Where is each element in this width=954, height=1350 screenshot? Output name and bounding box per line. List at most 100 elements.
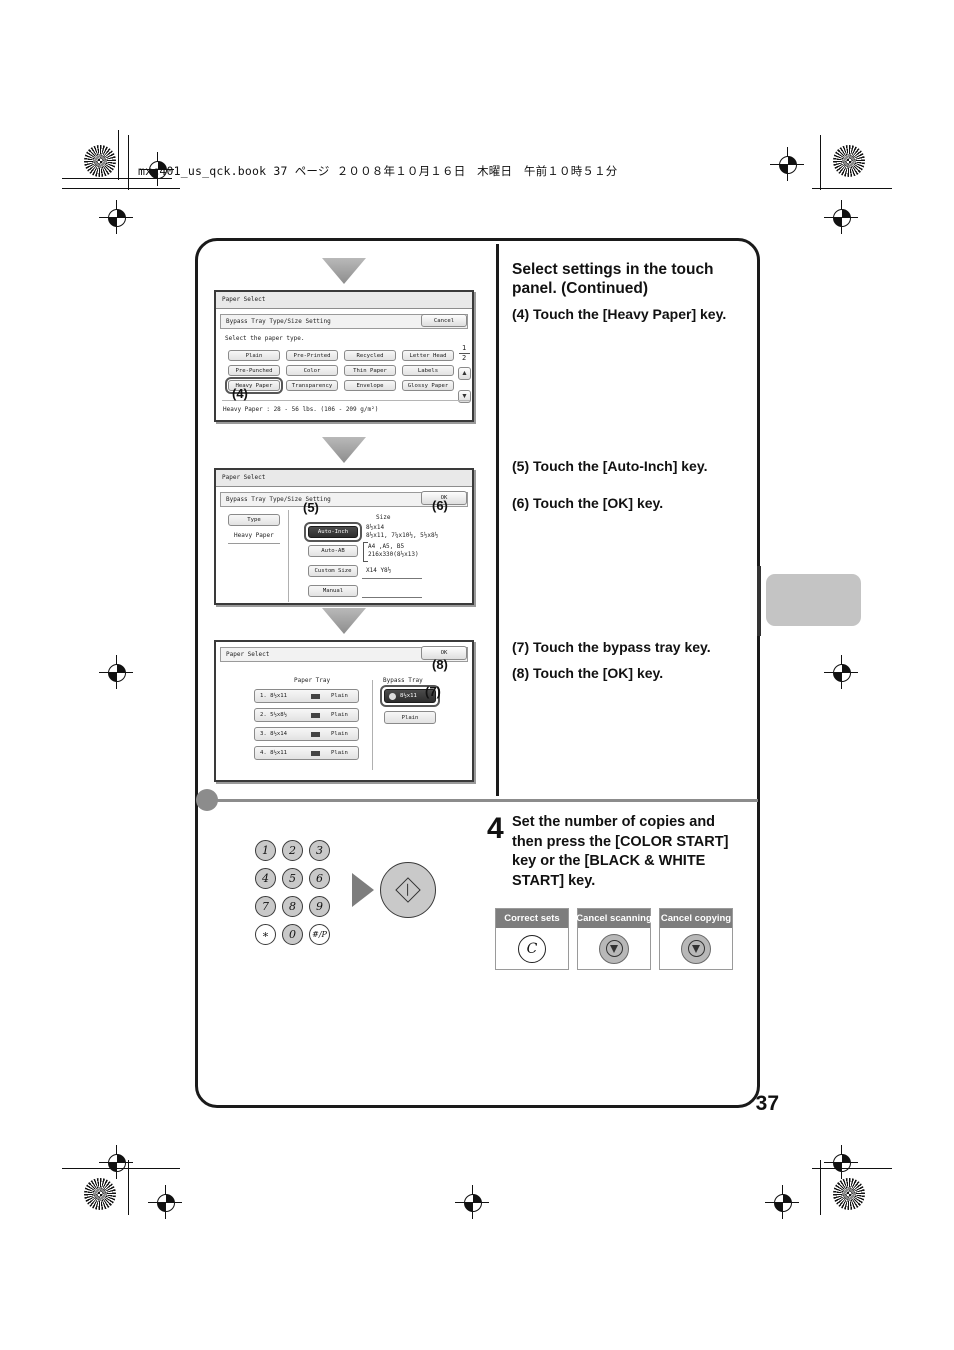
- keypad-key-9[interactable]: 9: [309, 896, 330, 917]
- panel2-type-tab[interactable]: Type: [228, 514, 280, 526]
- keypad-key-5[interactable]: 5: [282, 868, 303, 889]
- paper-type-recycled[interactable]: Recycled: [344, 350, 396, 361]
- paper-tray-header: Paper Tray: [294, 677, 331, 684]
- custom-size-rule: [362, 578, 422, 579]
- bypass-tray-type-button[interactable]: Plain: [384, 711, 436, 724]
- registration-target-left-upper: [99, 200, 133, 234]
- registration-target-bottom-center: [455, 1185, 489, 1219]
- paper-select-panel-2: Paper Select Bypass Tray Type/Size Setti…: [214, 468, 474, 605]
- section-divider: [207, 799, 758, 802]
- callout-4: (4): [232, 386, 248, 401]
- bypass-tray-header: Bypass Tray: [383, 677, 423, 684]
- keypad-key-1[interactable]: 1: [255, 840, 276, 861]
- keypad-key-7[interactable]: 7: [255, 896, 276, 917]
- tray-2-type: Plain: [331, 712, 348, 718]
- paper-type-letter-head[interactable]: Letter Head: [402, 350, 454, 361]
- panel1-subtitle: Bypass Tray Type/Size Setting: [226, 318, 331, 325]
- keypad-key-hash-p[interactable]: #/P: [309, 924, 330, 945]
- instruction-heading: Select settings in the touch panel. (Con…: [512, 261, 714, 297]
- panel1-footer-note: Heavy Paper : 28 - 56 lbs. (106 - 209 g/…: [223, 406, 379, 413]
- cancel-copying-box: Cancel copying: [659, 908, 733, 970]
- stop-icon-scanning[interactable]: [599, 933, 629, 964]
- paper-type-transparency[interactable]: Transparency: [286, 380, 338, 391]
- keypad-key-asterisk[interactable]: ∗: [255, 924, 276, 945]
- keypad-key-3[interactable]: 3: [309, 840, 330, 861]
- registration-target-bottom-left: [148, 1185, 182, 1219]
- scroll-down-icon[interactable]: ▼: [458, 390, 471, 403]
- keypad-key-0[interactable]: 0: [282, 924, 303, 945]
- crop-line-bottom-right-h: [812, 1168, 892, 1169]
- paper-type-color[interactable]: Color: [286, 365, 338, 376]
- instruction-step-7-text: (7) Touch the bypass tray key.: [512, 639, 711, 655]
- paper-select-panel-1: Paper Select Bypass Tray Type/Size Setti…: [214, 290, 474, 422]
- callout-8: (8): [432, 657, 448, 672]
- panel1-cancel-button[interactable]: Cancel: [421, 314, 467, 327]
- thumb-tab: [766, 574, 861, 626]
- thumb-tab-rule: [757, 566, 761, 636]
- start-key-button[interactable]: [380, 862, 436, 918]
- size-option-auto-ab[interactable]: Auto-AB: [308, 545, 358, 557]
- start-key-icon: [395, 877, 421, 903]
- bypass-tray-size: 8½x11: [400, 693, 417, 699]
- instruction-step-5-text: (5) Touch the [Auto-Inch] key.: [512, 458, 708, 474]
- crop-line-top-right-v: [820, 135, 821, 190]
- size-option-custom-size[interactable]: Custom Size: [308, 565, 358, 577]
- manual-rule: [362, 597, 422, 598]
- tray-row-3[interactable]: 3. 8½x14 Plain: [254, 727, 359, 741]
- paper-type-pre-printed[interactable]: Pre-Printed: [286, 350, 338, 361]
- panel2-title: Paper Select: [216, 470, 472, 487]
- tray-1-label: 1. 8½x11: [260, 693, 287, 699]
- keypad-key-8[interactable]: 8: [282, 896, 303, 917]
- paper-type-plain[interactable]: Plain: [228, 350, 280, 361]
- scroll-up-icon[interactable]: ▲: [458, 367, 471, 380]
- crop-line-bottom-left-h: [62, 1168, 180, 1169]
- registration-target-right-upper: [824, 200, 858, 234]
- panel1-footer-rule: [222, 400, 470, 401]
- tray-row-1[interactable]: 1. 8½x11 Plain: [254, 689, 359, 703]
- paper-type-pre-punched[interactable]: Pre-Punched: [228, 365, 280, 376]
- correct-sets-body: C: [496, 928, 568, 969]
- panel1-page-indicator-top: 1: [462, 344, 467, 352]
- crop-line-top-left-h: [62, 188, 180, 189]
- size-detail-custom: X14 Y8½: [366, 567, 392, 574]
- size-option-auto-inch[interactable]: Auto-Inch: [308, 526, 358, 538]
- instruction-step-6: (6) Touch the [OK] key.: [512, 494, 752, 514]
- paper-type-glossy-paper[interactable]: Glossy Paper: [402, 380, 454, 391]
- size-detail-auto-ab-1: A4 ,A5, B5: [368, 543, 405, 550]
- tray-4-type: Plain: [331, 750, 348, 756]
- registration-target-top-right: [770, 147, 804, 181]
- cancel-copying-label: Cancel copying: [660, 909, 732, 928]
- stop-icon-copying[interactable]: [681, 933, 711, 964]
- keypad-key-2[interactable]: 2: [282, 840, 303, 861]
- panel2-type-value: Heavy Paper: [234, 532, 274, 539]
- tray-4-icon: [311, 750, 320, 756]
- size-option-manual[interactable]: Manual: [308, 585, 358, 597]
- registration-rosette-bottom-right: [833, 1178, 865, 1210]
- tray-2-icon: [311, 712, 320, 718]
- keypad-key-6[interactable]: 6: [309, 868, 330, 889]
- size-detail-auto-ab-2: 216x330(8½x13): [368, 551, 419, 558]
- panel2-vrule: [288, 510, 289, 602]
- registration-rosette-top-right: [833, 145, 865, 177]
- paper-type-thin-paper[interactable]: Thin Paper: [344, 365, 396, 376]
- instruction-step-6-text: (6) Touch the [OK] key.: [512, 495, 664, 511]
- correct-sets-label: Correct sets: [496, 909, 568, 928]
- callout-5: (5): [303, 500, 319, 515]
- paper-type-labels[interactable]: Labels: [402, 365, 454, 376]
- keypad-key-4[interactable]: 4: [255, 868, 276, 889]
- registration-target-bottom-right: [765, 1185, 799, 1219]
- instruction-step-4-text: (4) Touch the [Heavy Paper] key.: [512, 306, 727, 322]
- panel1-title: Paper Select: [216, 292, 472, 309]
- tray-4-label: 4. 8½x11: [260, 750, 287, 756]
- tray-row-4[interactable]: 4. 8½x11 Plain: [254, 746, 359, 760]
- registration-target-right-middle: [824, 655, 858, 689]
- tray-row-2[interactable]: 2. 5½x8½ Plain: [254, 708, 359, 722]
- tray-3-type: Plain: [331, 731, 348, 737]
- paper-type-envelope[interactable]: Envelope: [344, 380, 396, 391]
- column-divider: [496, 244, 499, 796]
- book-header-line: mxc401_us_qck.book 37 ページ ２００８年１０月１６日 木曜…: [138, 164, 618, 178]
- c-clear-icon[interactable]: C: [518, 934, 546, 963]
- callout-6: (6): [432, 498, 448, 513]
- instruction-step-5: (5) Touch the [Auto-Inch] key.: [512, 457, 752, 477]
- correct-sets-box: Correct sets C: [495, 908, 569, 970]
